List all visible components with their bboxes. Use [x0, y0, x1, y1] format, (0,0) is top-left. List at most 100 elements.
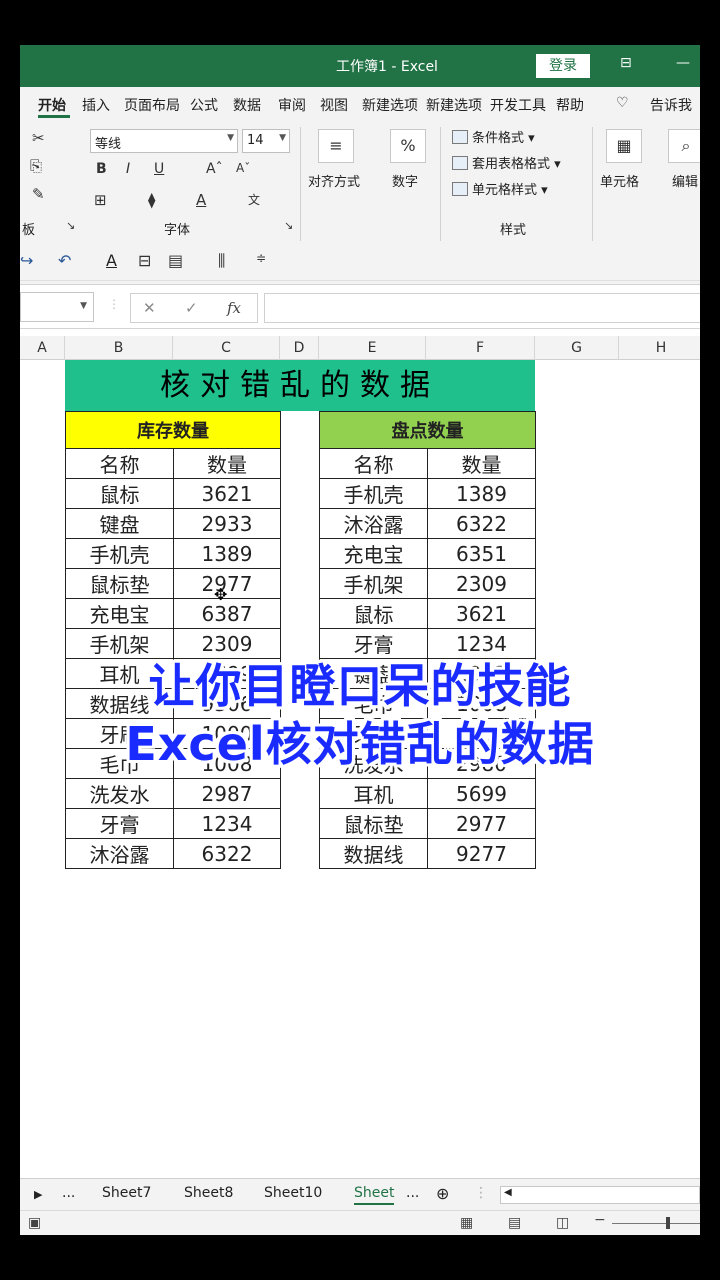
column-label-qty[interactable]: 数量 [427, 448, 536, 479]
sheet-tab[interactable]: Sheet10 [264, 1185, 322, 1201]
tab-insert[interactable]: 插入 [82, 95, 110, 115]
item-qty-cell[interactable]: 3621 [173, 478, 281, 509]
page-break-view-icon[interactable]: ◫ [556, 1215, 569, 1231]
borders-icon[interactable]: ⊞ [94, 191, 107, 209]
cells-icon[interactable]: ▦ [606, 129, 642, 163]
column-header-b[interactable]: B [65, 336, 173, 360]
font-name-select[interactable]: 等线 ▼ [90, 129, 238, 153]
font-launcher-icon[interactable]: ↘ [284, 219, 293, 232]
item-name-cell[interactable]: 键盘 [65, 508, 174, 539]
zoom-out-icon[interactable]: − [594, 1212, 606, 1228]
column-header-d[interactable]: D [280, 336, 319, 360]
customize-qat-icon[interactable]: ≑ [256, 251, 266, 265]
item-name-cell[interactable]: 鼠标垫 [319, 808, 428, 839]
font-color-qat-icon[interactable]: A [106, 251, 117, 270]
cancel-icon[interactable]: ✕ [143, 299, 156, 317]
normal-view-icon[interactable]: ▦ [460, 1215, 473, 1231]
undo-icon[interactable]: ↶ [58, 251, 71, 270]
column-header-a[interactable]: A [20, 336, 65, 360]
column-header-c[interactable]: C [173, 336, 280, 360]
item-name-cell[interactable]: 鼠标 [65, 478, 174, 509]
phonetic-icon[interactable]: 文 [248, 191, 260, 208]
search-icon[interactable]: ⌕ [668, 129, 700, 163]
tab-developer[interactable]: 开发工具 [490, 95, 546, 115]
item-qty-cell[interactable]: 6351 [427, 538, 536, 569]
column-label-name[interactable]: 名称 [319, 448, 428, 479]
item-name-cell[interactable]: 充电宝 [65, 598, 174, 629]
item-qty-cell[interactable]: 1389 [173, 538, 281, 569]
item-qty-cell[interactable]: 2987 [173, 778, 281, 809]
edit-button[interactable]: 编辑 [672, 171, 698, 190]
tab-data[interactable]: 数据 [233, 95, 261, 115]
item-name-cell[interactable]: 手机架 [319, 568, 428, 599]
format-as-table-button[interactable]: 套用表格格式 ▾ [452, 153, 561, 172]
tab-page-layout[interactable]: 页面布局 [124, 95, 182, 115]
item-qty-cell[interactable]: 1234 [173, 808, 281, 839]
item-name-cell[interactable]: 鼠标 [319, 598, 428, 629]
item-qty-cell[interactable]: 2309 [427, 568, 536, 599]
item-name-cell[interactable]: 耳机 [319, 778, 428, 809]
tab-formulas[interactable]: 公式 [190, 95, 218, 115]
cell-styles-button[interactable]: 单元格样式 ▾ [452, 179, 548, 198]
inventory-table-header[interactable]: 库存数量 [65, 411, 281, 449]
sheet-tab-active[interactable]: Sheet [354, 1185, 395, 1205]
worksheet-grid[interactable]: 核对错乱的数据 库存数量 名称 数量 鼠标 3621 键盘 2933 手机壳 1389 鼠标… [20, 360, 700, 1190]
cut-icon[interactable]: ✂ [32, 129, 45, 147]
stocktake-table-header[interactable]: 盘点数量 [319, 411, 536, 449]
conditional-format-button[interactable]: 条件格式 ▾ [452, 127, 535, 146]
distribute-qat-icon[interactable]: ⫼ [218, 251, 225, 271]
sheet-tab-more-left[interactable]: ... [62, 1185, 75, 1201]
redo-icon[interactable]: ↪ [20, 251, 33, 270]
add-sheet-icon[interactable]: ⊕ [436, 1184, 449, 1203]
column-label-name[interactable]: 名称 [65, 448, 174, 479]
item-name-cell[interactable]: 牙膏 [65, 808, 174, 839]
cells-button[interactable]: 单元格 [600, 171, 639, 190]
align-icon[interactable]: ≡ [318, 129, 354, 163]
macro-record-icon[interactable]: ▣ [28, 1215, 41, 1231]
clipboard-launcher-icon[interactable]: ↘ [66, 219, 75, 232]
format-painter-icon[interactable]: ✎ [32, 185, 45, 203]
sheet-tab[interactable]: Sheet7 [102, 1185, 151, 1201]
format-qat-icon[interactable]: ▤ [168, 251, 183, 270]
number-button[interactable]: 数字 [392, 171, 418, 190]
horizontal-scrollbar[interactable]: ◀ [500, 1186, 700, 1204]
scroll-tabs-right-icon[interactable]: ▶ [34, 1188, 42, 1201]
tab-review[interactable]: 审阅 [278, 95, 306, 115]
item-qty-cell[interactable]: 2977 [427, 808, 536, 839]
item-qty-cell[interactable]: 5699 [427, 778, 536, 809]
item-qty-cell[interactable]: 1389 [427, 478, 536, 509]
zoom-slider[interactable] [612, 1223, 700, 1224]
sheet-tab[interactable]: Sheet8 [184, 1185, 233, 1201]
font-color-icon[interactable]: A [196, 191, 206, 209]
sheet-tab-more-right[interactable]: ... [406, 1185, 419, 1201]
tab-splitter[interactable]: ⋮ [474, 1185, 488, 1201]
item-name-cell[interactable]: 沐浴露 [65, 838, 174, 869]
font-size-select[interactable]: 14 ▼ [242, 129, 290, 153]
column-header-g[interactable]: G [535, 336, 619, 360]
column-header-h[interactable]: H [619, 336, 700, 360]
tab-tell-me[interactable]: 告诉我 [650, 95, 692, 115]
increase-font-icon[interactable]: Aˆ [206, 161, 223, 177]
decrease-font-icon[interactable]: Aˇ [236, 161, 250, 175]
formula-input[interactable] [264, 293, 700, 323]
zoom-slider-thumb[interactable] [666, 1217, 670, 1229]
tab-new-2[interactable]: 新建选项 [426, 95, 484, 115]
tab-view[interactable]: 视图 [320, 95, 348, 115]
tab-home[interactable]: 开始 [38, 95, 66, 115]
bold-button[interactable]: B [96, 161, 107, 177]
page-layout-view-icon[interactable]: ▤ [508, 1215, 521, 1231]
item-qty-cell[interactable]: 6322 [173, 838, 281, 869]
italic-button[interactable]: I [126, 161, 130, 177]
copy-icon[interactable]: ⎘ [30, 157, 42, 175]
minimize-icon[interactable]: — [676, 55, 690, 71]
ribbon-display-icon[interactable]: ⊟ [620, 55, 632, 71]
underline-button[interactable]: U [154, 161, 164, 177]
column-header-f[interactable]: F [426, 336, 535, 360]
name-box[interactable]: ▼ [20, 292, 94, 322]
fx-icon[interactable]: fx [227, 299, 241, 317]
lightbulb-icon[interactable]: ♡ [616, 95, 629, 111]
item-name-cell[interactable]: 数据线 [319, 838, 428, 869]
item-qty-cell[interactable]: 9277 [427, 838, 536, 869]
item-qty-cell[interactable]: 6322 [427, 508, 536, 539]
item-name-cell[interactable]: 手机壳 [319, 478, 428, 509]
